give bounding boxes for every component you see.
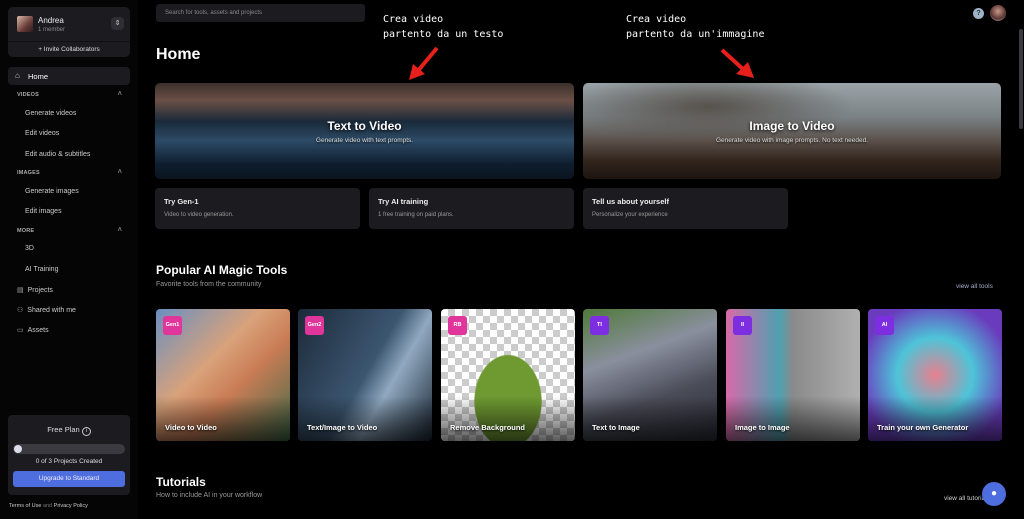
tool-card[interactable]: Gen1 Video to Video	[156, 309, 290, 441]
invite-collaborators-button[interactable]: + Invite Collaborators	[8, 41, 130, 57]
tool-label: Text to Image	[592, 423, 640, 432]
users-icon: ⚇	[17, 307, 24, 314]
card-title: Try AI training	[378, 197, 429, 206]
account-name: Andrea	[38, 16, 64, 25]
annotation-text-to-video: Crea video partento da un testo	[383, 14, 504, 40]
home-icon: ⌂	[15, 71, 20, 80]
account-switcher[interactable]: Andrea 1 member ⇕ + Invite Collaborators	[8, 7, 130, 57]
hero-text-to-video[interactable]: Text to Video Generate video with text p…	[155, 83, 574, 179]
tool-badge: RB	[448, 316, 467, 335]
sidebar-item-home[interactable]: ⌂ Home	[8, 67, 130, 85]
tell-us-card[interactable]: Tell us about yourself Personalize your e…	[583, 188, 788, 229]
tool-label: Video to Video	[165, 423, 217, 432]
page-title: Home	[156, 46, 201, 63]
tool-badge: AI	[875, 316, 894, 335]
tool-label: Image to Image	[735, 423, 790, 432]
tool-card[interactable]: II Image to Image	[726, 309, 860, 441]
tool-card[interactable]: Gen2 Text/Image to Video	[298, 309, 432, 441]
chevron-updown-icon[interactable]: ⇕	[111, 17, 124, 30]
section-title: IMAGES	[17, 170, 40, 176]
sidebar-item-shared[interactable]: ⚇ Shared with me	[17, 306, 76, 314]
tool-label: Remove Background	[450, 423, 526, 432]
hero-subtitle: Generate video with image prompts. No te…	[715, 137, 869, 144]
tutorials-title: Tutorials	[156, 475, 206, 489]
privacy-link[interactable]: Privacy Policy	[54, 503, 88, 509]
annotation-image-to-video: Crea video partento da un'immagine	[626, 14, 765, 40]
section-title: VIDEOS	[17, 92, 39, 98]
chevron-up-icon: ˄	[117, 91, 122, 98]
folder-icon: ▭	[17, 327, 24, 334]
sidebar-item-label: Shared with me	[27, 307, 76, 314]
tool-badge: Gen2	[305, 316, 324, 335]
card-subtitle: 1 free training on paid plans.	[378, 212, 454, 218]
and-text: and	[42, 503, 53, 509]
hero-title: Image to Video	[749, 119, 835, 133]
avatar	[17, 16, 33, 32]
legal-links: Terms of Use and Privacy Policy	[9, 503, 88, 509]
view-all-tools-link[interactable]: view all tools	[956, 283, 993, 290]
chevron-up-icon: ˄	[117, 227, 122, 234]
sidebar-item-projects[interactable]: ▤ Projects	[17, 286, 53, 294]
search-input[interactable]: Search for tools, assets and projects	[156, 4, 365, 22]
sidebar-item-generate-images[interactable]: Generate images	[25, 188, 79, 195]
user-avatar[interactable]	[990, 5, 1006, 21]
sidebar: Andrea 1 member ⇕ + Invite Collaborators…	[0, 0, 138, 519]
tutorials-subtitle: How to include AI in your workflow	[156, 492, 263, 499]
tool-badge: Gen1	[163, 316, 182, 335]
plan-title: Free Plan i	[8, 425, 130, 436]
section-videos-toggle[interactable]: VIDEOS ˄	[17, 91, 122, 98]
chat-icon[interactable]: ●	[982, 482, 1006, 506]
tool-card[interactable]: AI Train your own Generator	[868, 309, 1002, 441]
tool-label: Train your own Generator	[877, 423, 969, 432]
red-arrow-icon	[720, 48, 754, 78]
sidebar-item-label: Assets	[27, 327, 49, 334]
tool-badge: II	[733, 316, 752, 335]
sidebar-item-3d[interactable]: 3D	[25, 245, 34, 252]
sidebar-item-edit-audio[interactable]: Edit audio & subtitles	[25, 151, 90, 158]
plan-panel: Free Plan i 0 of 3 Projects Created Upgr…	[8, 415, 130, 495]
card-subtitle: Video to video generation.	[164, 212, 234, 218]
tool-label: Text/Image to Video	[307, 423, 378, 432]
tool-card[interactable]: TI Text to Image	[583, 309, 717, 441]
sidebar-item-label: Home	[28, 72, 49, 81]
projects-icon: ▤	[17, 287, 24, 294]
popular-title: Popular AI Magic Tools	[156, 263, 288, 277]
try-ai-training-card[interactable]: Try AI training 1 free training on paid p…	[369, 188, 574, 229]
help-icon[interactable]: ?	[973, 8, 984, 19]
hero-subtitle: Generate video with text prompts.	[315, 137, 414, 144]
account-members: 1 member	[38, 27, 66, 33]
sidebar-item-label: Projects	[27, 287, 53, 294]
progress-knob	[14, 445, 22, 453]
plan-progress-bar	[13, 444, 125, 454]
section-title: MORE	[17, 228, 35, 234]
info-icon[interactable]: i	[81, 427, 91, 436]
sidebar-item-edit-images[interactable]: Edit images	[25, 208, 62, 215]
terms-link[interactable]: Terms of Use	[9, 503, 41, 509]
tool-card[interactable]: RB Remove Background	[441, 309, 575, 441]
section-images-toggle[interactable]: IMAGES ˄	[17, 169, 122, 176]
sidebar-item-ai-training[interactable]: AI Training	[25, 266, 58, 273]
section-more-toggle[interactable]: MORE ˄	[17, 227, 122, 234]
sidebar-item-assets[interactable]: ▭ Assets	[17, 326, 49, 334]
card-title: Try Gen-1	[164, 197, 199, 206]
hero-image-to-video[interactable]: Image to Video Generate video with image…	[583, 83, 1001, 179]
red-arrow-icon	[409, 46, 439, 80]
try-gen1-card[interactable]: Try Gen-1 Video to video generation.	[155, 188, 360, 229]
tool-badge: TI	[590, 316, 609, 335]
sidebar-item-edit-videos[interactable]: Edit videos	[25, 130, 59, 137]
chevron-up-icon: ˄	[117, 169, 122, 176]
scrollbar[interactable]	[1019, 29, 1023, 129]
card-subtitle: Personalize your experience	[592, 212, 668, 218]
projects-count: 0 of 3 Projects Created	[35, 458, 103, 465]
upgrade-button[interactable]: Upgrade to Standard	[13, 471, 125, 487]
sidebar-item-generate-videos[interactable]: Generate videos	[25, 110, 76, 117]
card-title: Tell us about yourself	[592, 197, 669, 206]
hero-title: Text to Video	[327, 119, 402, 133]
popular-subtitle: Favorite tools from the community	[156, 281, 262, 288]
plan-name: Free Plan	[47, 425, 80, 434]
